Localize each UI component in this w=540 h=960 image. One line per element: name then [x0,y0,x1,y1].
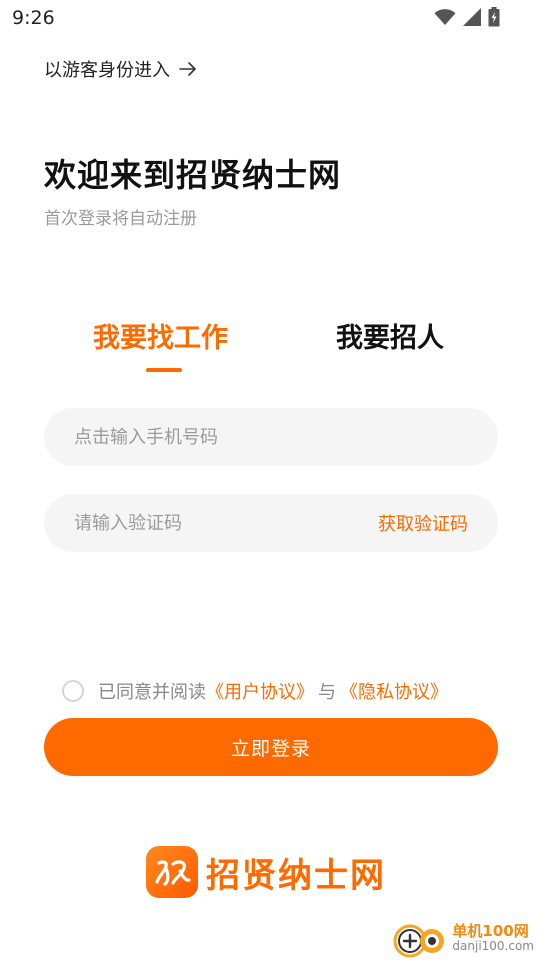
watermark: 单机100网 danji100.com [392,916,534,960]
agreement-checkbox[interactable] [62,680,84,702]
phone-field-container [44,408,498,466]
agreement-row: 已同意并阅读 《用户协议》 与 《隐私协议》 [62,678,448,704]
page-subtitle: 首次登录将自动注册 [44,209,197,229]
guest-entry-label: 以游客身份进入 [44,60,170,81]
battery-icon [488,7,500,27]
brand-logo-icon [146,846,198,898]
verification-code-input[interactable] [74,512,334,534]
wifi-icon [434,9,456,25]
status-icons [434,7,500,27]
watermark-logo-icon [393,924,445,958]
arrow-right-icon [178,61,198,77]
brand-name: 招贤纳士网 [206,855,386,896]
login-button[interactable]: 立即登录 [44,718,498,776]
tab-recruit[interactable]: 我要招人 [336,316,444,355]
code-field-container: 获取验证码 [44,494,498,552]
signal-icon [463,8,481,26]
watermark-cn: 单机100网 [452,921,529,940]
page-title: 欢迎来到招贤纳士网 [44,156,342,194]
agreement-connector: 与 [318,682,336,703]
privacy-agreement-link[interactable]: 《隐私协议》 [340,678,448,704]
active-tab-indicator [146,368,182,372]
get-code-button[interactable]: 获取验证码 [378,510,468,536]
phone-input[interactable] [74,426,334,448]
tab-find-job[interactable]: 我要找工作 [93,316,228,355]
brand: 招贤纳士网 [146,846,386,898]
guest-entry-link[interactable]: 以游客身份进入 [44,56,198,82]
watermark-en: danji100.com [452,938,534,953]
watermark-text: 单机100网 danji100.com [452,921,534,953]
status-time: 9:26 [12,7,55,29]
agreement-prefix: 已同意并阅读 [98,682,206,703]
status-bar: 9:26 [0,0,540,36]
user-agreement-link[interactable]: 《用户协议》 [206,678,314,704]
